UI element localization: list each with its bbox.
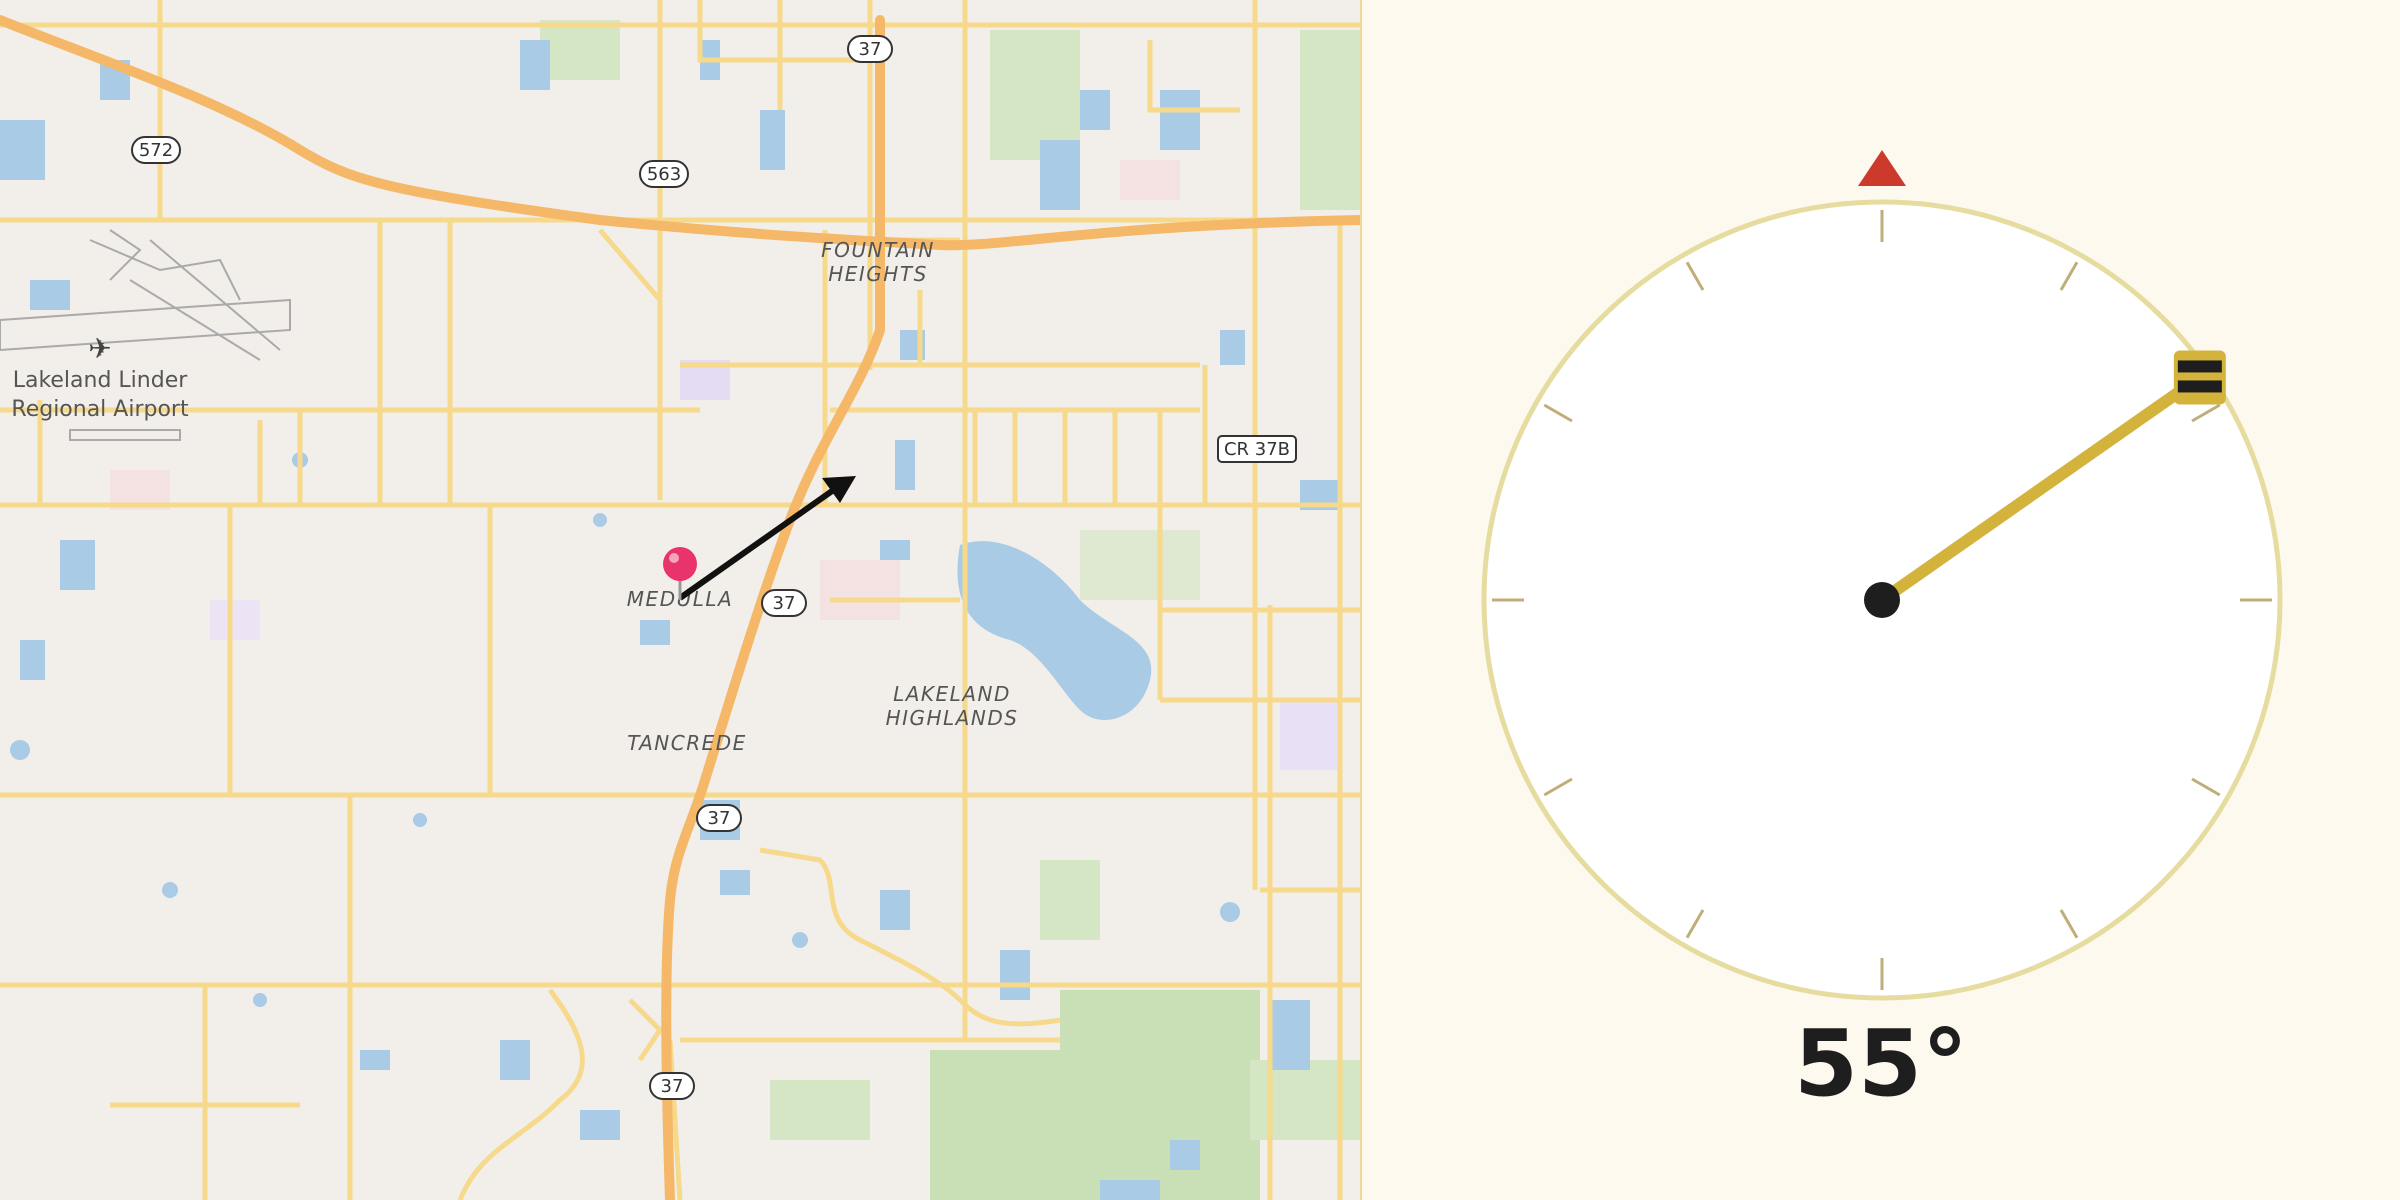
place-tancrede: TANCREDE <box>627 731 747 755</box>
shield-37-mid: 37 <box>761 589 807 617</box>
heading-readout: 55° <box>1793 1010 1969 1117</box>
place-fountain-heights-2: HEIGHTS <box>828 262 928 286</box>
shield-37-low: 37 <box>696 804 742 832</box>
place-fountain-heights: FOUNTAIN <box>821 238 935 262</box>
svg-text:CR 37B: CR 37B <box>1224 439 1290 460</box>
map-panel[interactable]: 37 572 563 CR 37B 37 37 37 FOUNTAIN HEIG… <box>0 0 1362 1200</box>
shield-563: 563 <box>639 160 689 188</box>
north-marker-icon <box>1858 150 1906 186</box>
compass-panel: 55° <box>1362 0 2400 1200</box>
place-lakeland-highlands-2: HIGHLANDS <box>886 706 1019 730</box>
shield-cr-37b: CR 37B <box>1217 435 1297 463</box>
svg-text:563: 563 <box>647 164 681 185</box>
street-map[interactable]: 37 572 563 CR 37B 37 37 37 FOUNTAIN HEIG… <box>0 0 1360 1200</box>
svg-text:572: 572 <box>139 140 173 161</box>
shield-572: 572 <box>131 136 181 164</box>
svg-text:37: 37 <box>773 593 796 614</box>
airport-label: ✈ Lakeland Linder Regional Airport <box>11 332 189 422</box>
svg-text:Lakeland Linder: Lakeland Linder <box>13 368 189 393</box>
svg-text:37: 37 <box>661 1076 684 1097</box>
compass-hub <box>1864 582 1900 618</box>
shield-37-bottom: 37 <box>649 1072 695 1100</box>
needle-handle[interactable] <box>2173 350 2226 405</box>
svg-text:37: 37 <box>708 808 731 829</box>
shield-37-top: 37 <box>847 35 893 63</box>
svg-text:37: 37 <box>859 39 882 60</box>
svg-text:Regional Airport: Regional Airport <box>11 397 189 422</box>
airplane-icon: ✈ <box>88 332 111 365</box>
place-lakeland-highlands: LAKELAND <box>893 682 1011 706</box>
